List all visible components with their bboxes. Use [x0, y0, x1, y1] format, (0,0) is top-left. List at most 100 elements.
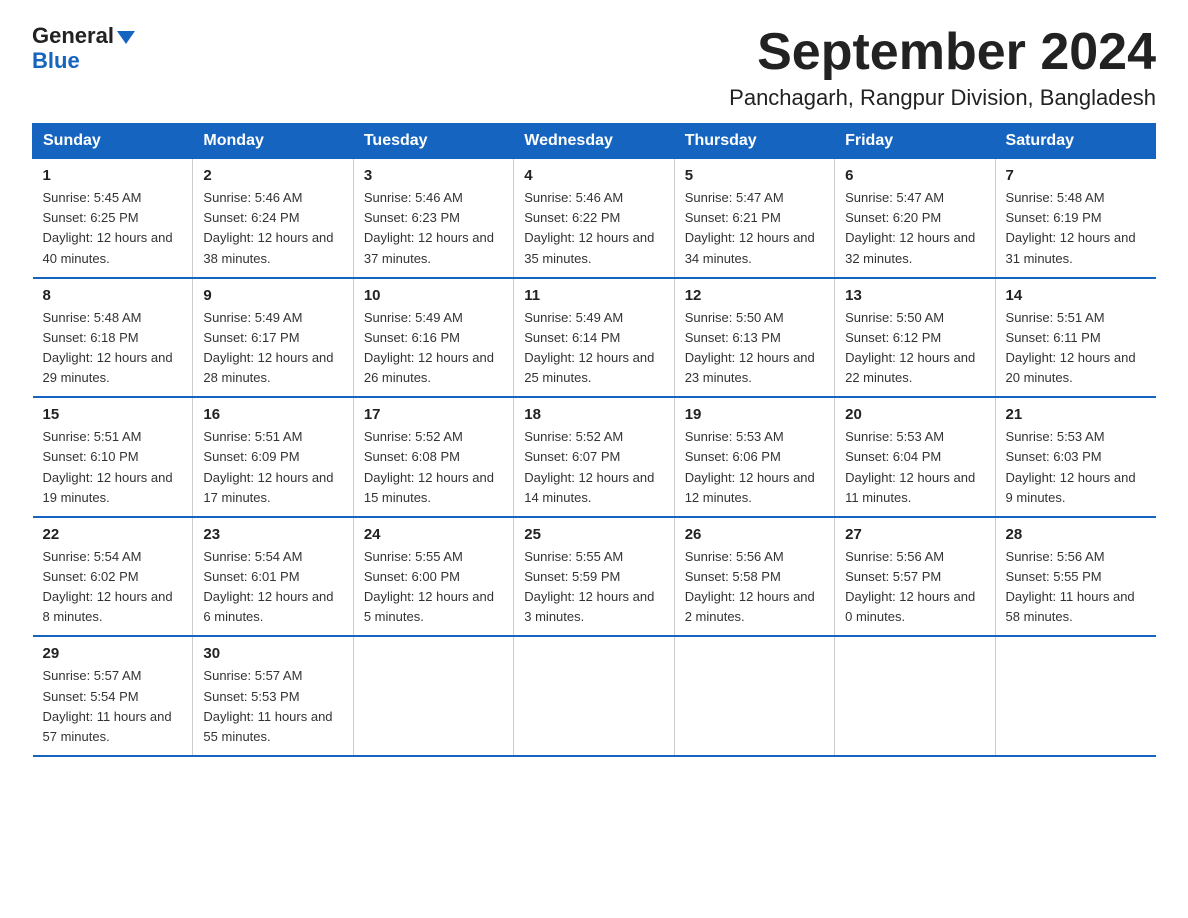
calendar-header-row: SundayMondayTuesdayWednesdayThursdayFrid… [33, 124, 1156, 159]
day-number: 5 [685, 167, 824, 184]
calendar-cell: 14 Sunrise: 5:51 AMSunset: 6:11 PMDayligh… [995, 278, 1155, 398]
calendar-cell: 12Sunrise: 5:50 AMSunset: 6:13 PMDayligh… [674, 278, 834, 398]
page-title: September 2024 [729, 24, 1156, 81]
day-info: Sunrise: 5:45 AMSunset: 6:25 PMDaylight:… [43, 188, 183, 269]
calendar-cell [674, 636, 834, 756]
logo: General Blue [32, 24, 135, 74]
calendar-cell: 21 Sunrise: 5:53 AMSunset: 6:03 PMDayligh… [995, 397, 1155, 517]
day-info: Sunrise: 5:53 AMSunset: 6:06 PMDaylight:… [685, 427, 824, 508]
day-info: Sunrise: 5:49 AMSunset: 6:14 PMDaylight:… [524, 308, 663, 389]
day-info: Sunrise: 5:50 AMSunset: 6:13 PMDaylight:… [685, 308, 824, 389]
day-info: Sunrise: 5:51 AMSunset: 6:09 PMDaylight:… [203, 427, 342, 508]
day-info: Sunrise: 5:47 AMSunset: 6:21 PMDaylight:… [685, 188, 824, 269]
day-info: Sunrise: 5:51 AMSunset: 6:11 PMDaylight:… [1006, 308, 1146, 389]
day-info: Sunrise: 5:56 AMSunset: 5:58 PMDaylight:… [685, 547, 824, 628]
calendar-week-row: 8Sunrise: 5:48 AMSunset: 6:18 PMDaylight… [33, 278, 1156, 398]
day-number: 21 [1006, 406, 1146, 423]
day-number: 2 [203, 167, 342, 184]
day-info: Sunrise: 5:54 AMSunset: 6:01 PMDaylight:… [203, 547, 342, 628]
calendar-header-friday: Friday [835, 124, 995, 159]
day-number: 1 [43, 167, 183, 184]
calendar-cell: 26 Sunrise: 5:56 AMSunset: 5:58 PMDayligh… [674, 517, 834, 637]
title-block: September 2024 Panchagarh, Rangpur Divis… [729, 24, 1156, 111]
day-info: Sunrise: 5:49 AMSunset: 6:17 PMDaylight:… [203, 308, 342, 389]
calendar-cell: 16 Sunrise: 5:51 AMSunset: 6:09 PMDayligh… [193, 397, 353, 517]
day-info: Sunrise: 5:56 AMSunset: 5:55 PMDaylight:… [1006, 547, 1146, 628]
calendar-cell: 15 Sunrise: 5:51 AMSunset: 6:10 PMDayligh… [33, 397, 193, 517]
day-info: Sunrise: 5:55 AMSunset: 6:00 PMDaylight:… [364, 547, 503, 628]
calendar-cell: 1 Sunrise: 5:45 AMSunset: 6:25 PMDaylight… [33, 159, 193, 278]
calendar-header-wednesday: Wednesday [514, 124, 674, 159]
calendar-cell [995, 636, 1155, 756]
calendar-cell: 19 Sunrise: 5:53 AMSunset: 6:06 PMDayligh… [674, 397, 834, 517]
day-number: 6 [845, 167, 984, 184]
calendar-cell: 17Sunrise: 5:52 AMSunset: 6:08 PMDayligh… [353, 397, 513, 517]
day-info: Sunrise: 5:51 AMSunset: 6:10 PMDaylight:… [43, 427, 183, 508]
calendar-cell: 3 Sunrise: 5:46 AMSunset: 6:23 PMDaylight… [353, 159, 513, 278]
page-header: General Blue September 2024 Panchagarh, … [32, 24, 1156, 111]
day-number: 11 [524, 287, 663, 304]
day-number: 28 [1006, 526, 1146, 543]
calendar-cell: 4 Sunrise: 5:46 AMSunset: 6:22 PMDaylight… [514, 159, 674, 278]
day-number: 30 [203, 645, 342, 662]
day-number: 29 [43, 645, 183, 662]
day-info: Sunrise: 5:57 AMSunset: 5:54 PMDaylight:… [43, 666, 183, 747]
calendar-cell: 20 Sunrise: 5:53 AMSunset: 6:04 PMDayligh… [835, 397, 995, 517]
day-number: 26 [685, 526, 824, 543]
calendar-cell: 2 Sunrise: 5:46 AMSunset: 6:24 PMDaylight… [193, 159, 353, 278]
calendar-cell [835, 636, 995, 756]
day-info: Sunrise: 5:50 AMSunset: 6:12 PMDaylight:… [845, 308, 984, 389]
day-info: Sunrise: 5:57 AMSunset: 5:53 PMDaylight:… [203, 666, 342, 747]
day-info: Sunrise: 5:53 AMSunset: 6:03 PMDaylight:… [1006, 427, 1146, 508]
day-number: 19 [685, 406, 824, 423]
day-info: Sunrise: 5:46 AMSunset: 6:22 PMDaylight:… [524, 188, 663, 269]
day-info: Sunrise: 5:47 AMSunset: 6:20 PMDaylight:… [845, 188, 984, 269]
day-number: 18 [524, 406, 663, 423]
day-number: 8 [43, 287, 183, 304]
day-number: 7 [1006, 167, 1146, 184]
calendar-header-monday: Monday [193, 124, 353, 159]
day-number: 13 [845, 287, 984, 304]
calendar-cell: 9 Sunrise: 5:49 AMSunset: 6:17 PMDaylight… [193, 278, 353, 398]
day-number: 24 [364, 526, 503, 543]
day-number: 9 [203, 287, 342, 304]
day-info: Sunrise: 5:48 AMSunset: 6:19 PMDaylight:… [1006, 188, 1146, 269]
calendar-week-row: 15 Sunrise: 5:51 AMSunset: 6:10 PMDayligh… [33, 397, 1156, 517]
calendar-cell: 28 Sunrise: 5:56 AMSunset: 5:55 PMDayligh… [995, 517, 1155, 637]
day-info: Sunrise: 5:55 AMSunset: 5:59 PMDaylight:… [524, 547, 663, 628]
calendar-header-thursday: Thursday [674, 124, 834, 159]
day-number: 10 [364, 287, 503, 304]
calendar-cell: 30 Sunrise: 5:57 AMSunset: 5:53 PMDayligh… [193, 636, 353, 756]
page-subtitle: Panchagarh, Rangpur Division, Bangladesh [729, 85, 1156, 111]
calendar-cell: 10 Sunrise: 5:49 AMSunset: 6:16 PMDayligh… [353, 278, 513, 398]
calendar-cell: 6 Sunrise: 5:47 AMSunset: 6:20 PMDaylight… [835, 159, 995, 278]
day-info: Sunrise: 5:53 AMSunset: 6:04 PMDaylight:… [845, 427, 984, 508]
calendar-cell [353, 636, 513, 756]
day-number: 15 [43, 406, 183, 423]
calendar-cell: 5 Sunrise: 5:47 AMSunset: 6:21 PMDaylight… [674, 159, 834, 278]
day-info: Sunrise: 5:46 AMSunset: 6:24 PMDaylight:… [203, 188, 342, 269]
calendar-week-row: 1 Sunrise: 5:45 AMSunset: 6:25 PMDaylight… [33, 159, 1156, 278]
day-number: 16 [203, 406, 342, 423]
calendar-cell: 18Sunrise: 5:52 AMSunset: 6:07 PMDayligh… [514, 397, 674, 517]
logo-text-general: General [32, 24, 135, 48]
day-number: 27 [845, 526, 984, 543]
calendar-header-sunday: Sunday [33, 124, 193, 159]
day-info: Sunrise: 5:46 AMSunset: 6:23 PMDaylight:… [364, 188, 503, 269]
day-info: Sunrise: 5:49 AMSunset: 6:16 PMDaylight:… [364, 308, 503, 389]
calendar-cell: 27Sunrise: 5:56 AMSunset: 5:57 PMDayligh… [835, 517, 995, 637]
day-number: 3 [364, 167, 503, 184]
day-number: 23 [203, 526, 342, 543]
calendar-cell: 23 Sunrise: 5:54 AMSunset: 6:01 PMDayligh… [193, 517, 353, 637]
day-number: 25 [524, 526, 663, 543]
day-info: Sunrise: 5:52 AMSunset: 6:08 PMDaylight:… [364, 427, 503, 508]
day-number: 20 [845, 406, 984, 423]
calendar-cell: 11 Sunrise: 5:49 AMSunset: 6:14 PMDayligh… [514, 278, 674, 398]
day-number: 14 [1006, 287, 1146, 304]
calendar-cell: 7 Sunrise: 5:48 AMSunset: 6:19 PMDaylight… [995, 159, 1155, 278]
calendar-table: SundayMondayTuesdayWednesdayThursdayFrid… [32, 123, 1156, 757]
calendar-week-row: 29 Sunrise: 5:57 AMSunset: 5:54 PMDayligh… [33, 636, 1156, 756]
day-number: 4 [524, 167, 663, 184]
calendar-cell: 13 Sunrise: 5:50 AMSunset: 6:12 PMDayligh… [835, 278, 995, 398]
calendar-cell [514, 636, 674, 756]
